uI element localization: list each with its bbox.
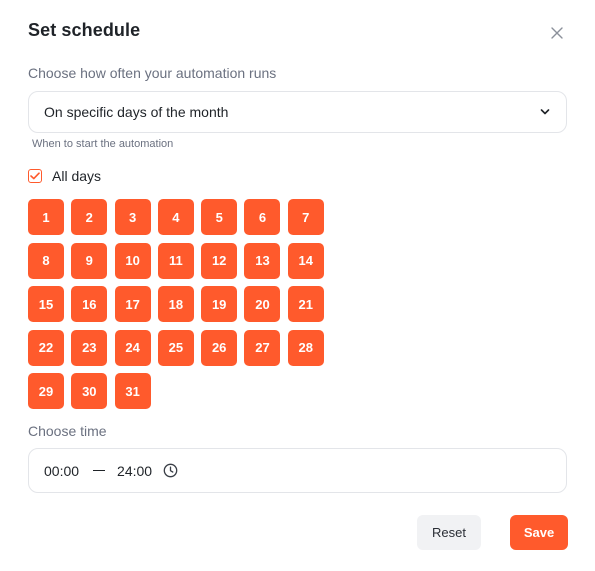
day-button[interactable]: 19 [201,286,238,322]
end-time-input[interactable]: 24:00 [117,463,152,479]
dialog-title: Set schedule [28,20,141,40]
day-button[interactable]: 10 [114,242,151,279]
day-button[interactable]: 30 [71,373,108,409]
day-button[interactable]: 4 [157,199,194,235]
day-button[interactable]: 1 [28,199,64,235]
days-grid: 1 2 3 4 5 6 7 8 9 10 11 12 13 14 15 16 17 18 19 20 21 22 23 24 2… [28,199,328,409]
time-range-separator [93,470,106,471]
day-button[interactable]: 7 [287,199,324,235]
all-days-label: All days [52,168,102,184]
day-button[interactable]: 26 [201,329,238,366]
day-button[interactable]: 12 [201,242,238,279]
frequency-helper-text: When to start the automation [32,138,174,150]
day-button[interactable]: 5 [201,199,238,235]
chevron-down-icon [538,105,552,119]
time-range-field[interactable]: 00:00 24:00 [28,448,567,493]
day-button[interactable]: 29 [28,373,64,409]
day-button[interactable]: 8 [28,242,64,279]
day-button[interactable]: 27 [244,329,281,366]
start-time-input[interactable]: 00:00 [44,463,79,479]
clock-icon[interactable] [163,463,178,478]
day-button[interactable]: 3 [114,199,151,235]
time-label: Choose time [28,423,107,439]
check-icon [30,172,40,180]
reset-button[interactable]: Reset [417,515,481,550]
day-button[interactable]: 25 [157,329,194,366]
day-button[interactable]: 22 [28,329,64,366]
all-days-checkbox[interactable] [28,169,42,183]
day-button[interactable]: 2 [71,199,108,235]
day-button[interactable]: 15 [28,286,64,322]
day-button[interactable]: 20 [244,286,281,322]
day-button[interactable]: 11 [157,242,194,279]
day-button[interactable]: 21 [287,286,324,322]
day-button[interactable]: 17 [114,286,151,322]
day-button[interactable]: 18 [157,286,194,322]
day-button[interactable]: 24 [114,329,151,366]
frequency-select-value: On specific days of the month [44,104,229,120]
save-button[interactable]: Save [510,515,568,550]
close-button[interactable] [546,22,568,44]
day-button[interactable]: 14 [287,242,324,279]
frequency-select[interactable]: On specific days of the month [28,91,567,133]
day-button[interactable]: 6 [244,199,281,235]
day-button[interactable]: 28 [287,329,324,366]
day-button[interactable]: 23 [71,329,108,366]
day-button[interactable]: 13 [244,242,281,279]
frequency-label: Choose how often your automation runs [28,65,277,81]
close-icon [551,27,563,39]
day-button[interactable]: 16 [71,286,108,322]
day-button[interactable]: 9 [71,242,108,279]
day-button[interactable]: 31 [114,373,151,409]
set-schedule-dialog: Set schedule Choose how often your autom… [0,0,595,571]
all-days-checkbox-row[interactable]: All days [28,168,101,184]
